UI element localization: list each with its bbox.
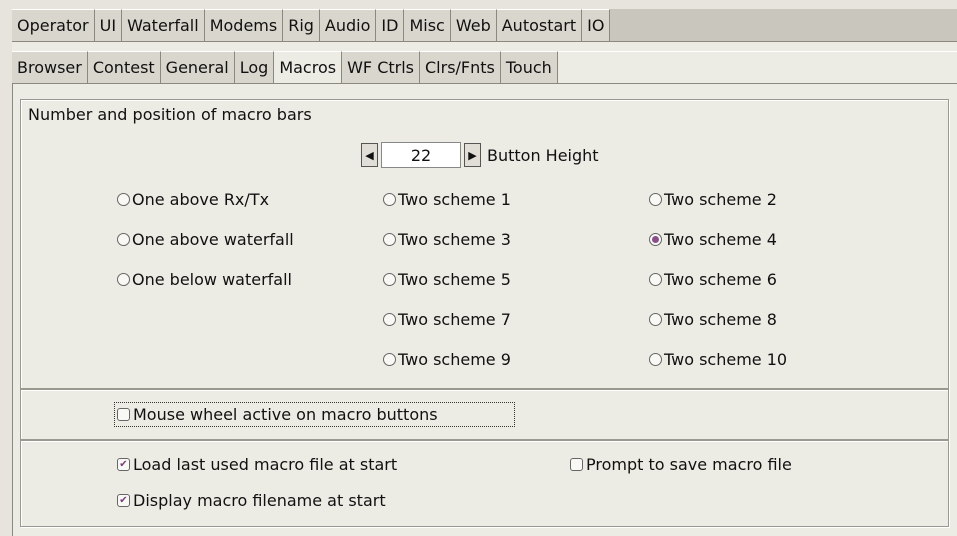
radio-circle-icon: [383, 313, 396, 326]
checkbox-icon: [570, 458, 583, 471]
mouse-wheel-checkbox[interactable]: Mouse wheel active on macro buttons: [114, 402, 515, 427]
radio-two-scheme-9[interactable]: Two scheme 9: [383, 350, 511, 369]
radio-two-scheme-7[interactable]: Two scheme 7: [383, 310, 511, 329]
radio-circle-icon: [383, 193, 396, 206]
macro-bars-group-label: Number and position of macro bars: [28, 105, 312, 124]
radio-circle-icon: [383, 353, 396, 366]
tab-web[interactable]: Web: [450, 9, 497, 41]
tab-bar-filler: [610, 9, 957, 41]
radio-two-scheme-5[interactable]: Two scheme 5: [383, 270, 511, 289]
button-height-input[interactable]: 22: [381, 142, 461, 168]
radio-two-scheme-4[interactable]: Two scheme 4: [649, 230, 777, 249]
radio-two-scheme-1[interactable]: Two scheme 1: [383, 190, 511, 209]
arrow-left-icon[interactable]: ◀: [361, 143, 378, 167]
tab-audio[interactable]: Audio: [319, 9, 377, 41]
check-icon: ✔: [117, 494, 130, 507]
radio-two-scheme-2[interactable]: Two scheme 2: [649, 190, 777, 209]
radio-one-above-waterfall[interactable]: One above waterfall: [117, 230, 294, 249]
checkbox-icon: [117, 408, 130, 421]
macro-bars-group: Number and position of macro bars ◀ 22 ▶…: [20, 99, 949, 389]
radio-two-scheme-8[interactable]: Two scheme 8: [649, 310, 777, 329]
radio-circle-icon: [649, 193, 662, 206]
tab-io[interactable]: IO: [582, 9, 611, 41]
button-height-label: Button Height: [487, 145, 599, 165]
tab-wf-ctrls[interactable]: WF Ctrls: [342, 51, 420, 83]
radio-two-scheme-10[interactable]: Two scheme 10: [649, 350, 787, 369]
radio-circle-icon: [117, 233, 130, 246]
radio-two-scheme-3[interactable]: Two scheme 3: [383, 230, 511, 249]
check-icon: ✔: [117, 458, 130, 471]
radio-one-above-rxtx[interactable]: One above Rx/Tx: [117, 190, 269, 209]
sub-tab-bar-filler: [557, 51, 957, 83]
tab-ui[interactable]: UI: [94, 9, 123, 41]
tab-misc[interactable]: Misc: [404, 9, 451, 41]
button-height-spinner: ◀ 22 ▶ Button Height: [361, 142, 599, 168]
tab-operator[interactable]: Operator: [12, 9, 95, 41]
radio-circle-icon: [649, 353, 662, 366]
radio-two-scheme-6[interactable]: Two scheme 6: [649, 270, 777, 289]
tab-browser[interactable]: Browser: [12, 51, 88, 83]
display-macro-filename-checkbox[interactable]: ✔ Display macro filename at start: [117, 491, 386, 510]
tab-rig[interactable]: Rig: [283, 9, 320, 41]
tab-id[interactable]: ID: [376, 9, 405, 41]
top-tab-bar: Operator UI Waterfall Modems Rig Audio I…: [12, 9, 957, 41]
tab-general[interactable]: General: [160, 51, 235, 83]
tab-clrs-fnts[interactable]: Clrs/Fnts: [420, 51, 501, 83]
tab-touch[interactable]: Touch: [500, 51, 558, 83]
radio-one-below-waterfall[interactable]: One below waterfall: [117, 270, 292, 289]
tab-log[interactable]: Log: [234, 51, 275, 83]
macros-panel: Number and position of macro bars ◀ 22 ▶…: [12, 84, 957, 536]
load-last-macro-checkbox[interactable]: ✔ Load last used macro file at start: [117, 455, 397, 474]
radio-circle-icon: [383, 273, 396, 286]
mouse-wheel-group: Mouse wheel active on macro buttons: [20, 389, 949, 440]
tab-contest[interactable]: Contest: [87, 51, 161, 83]
radio-circle-icon: [383, 233, 396, 246]
tab-macros[interactable]: Macros: [274, 51, 343, 83]
radio-selected-icon: [649, 233, 662, 246]
prompt-save-macro-checkbox[interactable]: Prompt to save macro file: [570, 455, 792, 474]
macro-file-group: ✔ Load last used macro file at start Prom…: [20, 440, 949, 527]
arrow-right-icon[interactable]: ▶: [464, 143, 481, 167]
tab-waterfall[interactable]: Waterfall: [122, 9, 205, 41]
tab-autostart[interactable]: Autostart: [496, 9, 583, 41]
radio-circle-icon: [649, 273, 662, 286]
sub-tab-bar: Browser Contest General Log Macros WF Ct…: [12, 51, 957, 84]
tab-modems[interactable]: Modems: [204, 9, 284, 41]
radio-circle-icon: [117, 193, 130, 206]
radio-circle-icon: [117, 273, 130, 286]
radio-circle-icon: [649, 313, 662, 326]
